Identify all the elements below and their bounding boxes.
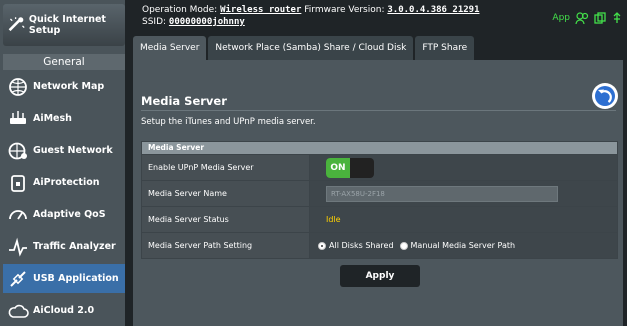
upnp-toggle[interactable]: ON — [326, 157, 374, 178]
gauge-icon — [9, 209, 27, 219]
page-description: Setup the iTunes and UPnP media server. — [141, 117, 316, 127]
table-row: Media Server Name RT-AX58U-2F18 — [142, 180, 617, 206]
sidebar-item-label: Adaptive QoS — [33, 209, 106, 220]
sidebar-item-label: Network Map — [33, 81, 105, 92]
status-header: Operation Mode: Wireless router Firmware… — [142, 4, 480, 28]
manual-path-label: Manual Media Server Path — [410, 241, 516, 250]
table-row: Enable UPnP Media Server ON — [142, 154, 617, 180]
users-icon[interactable] — [575, 12, 589, 24]
media-server-name-input[interactable]: RT-AX58U-2F18 — [326, 185, 558, 202]
toggle-knob — [350, 158, 374, 178]
media-server-table: Media Server Enable UPnP Media Server ON… — [141, 141, 618, 259]
sidebar: Quick Internet Setup General Network Map… — [0, 0, 125, 326]
sidebar-item-aimesh[interactable]: AiMesh — [3, 104, 125, 133]
all-disks-radio[interactable] — [318, 241, 326, 250]
sidebar-item-traffic-analyzer[interactable]: Traffic Analyzer — [3, 232, 125, 261]
sidebar-item-label: USB Application — [33, 273, 119, 284]
row-label: Media Server Status — [142, 207, 310, 232]
tab-network-place-share[interactable]: Network Place (Samba) Share / Cloud Disk — [208, 36, 414, 60]
sidebar-item-adaptive-qos[interactable]: Adaptive QoS — [3, 200, 125, 229]
general-section-header: General — [3, 54, 125, 70]
wand-icon — [8, 17, 25, 32]
cloud-icon — [8, 304, 29, 318]
top-icons: App — [552, 12, 623, 24]
firmware-label: Firmware Version: — [304, 5, 385, 15]
router-icon — [10, 110, 26, 124]
lock-icon — [11, 174, 25, 192]
table-header: Media Server — [142, 142, 617, 154]
globe-icon — [9, 77, 27, 96]
op-mode-link[interactable]: Wireless router — [220, 5, 301, 15]
usb-icon[interactable] — [611, 12, 623, 24]
sidebar-item-usb-application[interactable]: USB Application — [3, 264, 125, 293]
back-arrow-icon[interactable] — [592, 83, 618, 109]
app-label[interactable]: App — [552, 13, 570, 23]
manual-path-radio[interactable] — [399, 241, 408, 250]
sidebar-item-label: AiCloud 2.0 — [33, 305, 95, 316]
row-label: Enable UPnP Media Server — [142, 155, 310, 180]
pulse-icon — [9, 237, 27, 257]
toggle-on-label: ON — [326, 157, 350, 178]
sidebar-item-network-map[interactable]: Network Map — [3, 72, 125, 101]
all-disks-label: All Disks Shared — [329, 241, 394, 250]
copy-icon[interactable] — [594, 12, 606, 24]
firmware-link[interactable]: 3.0.0.4.386_21291 — [387, 5, 479, 15]
usb-puzzle-icon — [10, 270, 26, 287]
tab-bar: Media Server Network Place (Samba) Share… — [133, 36, 476, 60]
ssid-link[interactable]: 00000000johnny — [169, 17, 245, 27]
tab-ftp-share[interactable]: FTP Share — [415, 36, 475, 60]
op-mode-label: Operation Mode: — [142, 5, 218, 15]
table-row: Media Server Path Setting All Disks Shar… — [142, 232, 617, 258]
table-row: Media Server Status Idle — [142, 206, 617, 232]
status-value: Idle — [326, 215, 341, 224]
row-label: Media Server Path Setting — [142, 233, 310, 258]
ssid-label: SSID: — [142, 17, 167, 27]
apply-button[interactable]: Apply — [340, 265, 420, 287]
sidebar-item-aicloud[interactable]: AiCloud 2.0 — [3, 296, 125, 325]
guest-globe-icon — [8, 142, 27, 159]
page-title: Media Server — [141, 94, 227, 108]
quick-internet-setup-label: Quick Internet Setup — [28, 14, 106, 36]
sidebar-item-label: Guest Network — [33, 145, 113, 156]
sidebar-item-label: AiProtection — [33, 177, 100, 188]
title-divider — [141, 110, 616, 111]
sidebar-item-aiprotection[interactable]: AiProtection — [3, 168, 125, 197]
row-label: Media Server Name — [142, 181, 310, 206]
quick-internet-setup-button[interactable]: Quick Internet Setup — [3, 4, 125, 46]
sidebar-item-label: Traffic Analyzer — [33, 241, 116, 252]
tab-media-server[interactable]: Media Server — [133, 36, 207, 60]
sidebar-item-label: AiMesh — [33, 113, 72, 124]
sidebar-item-guest-network[interactable]: Guest Network — [3, 136, 125, 165]
